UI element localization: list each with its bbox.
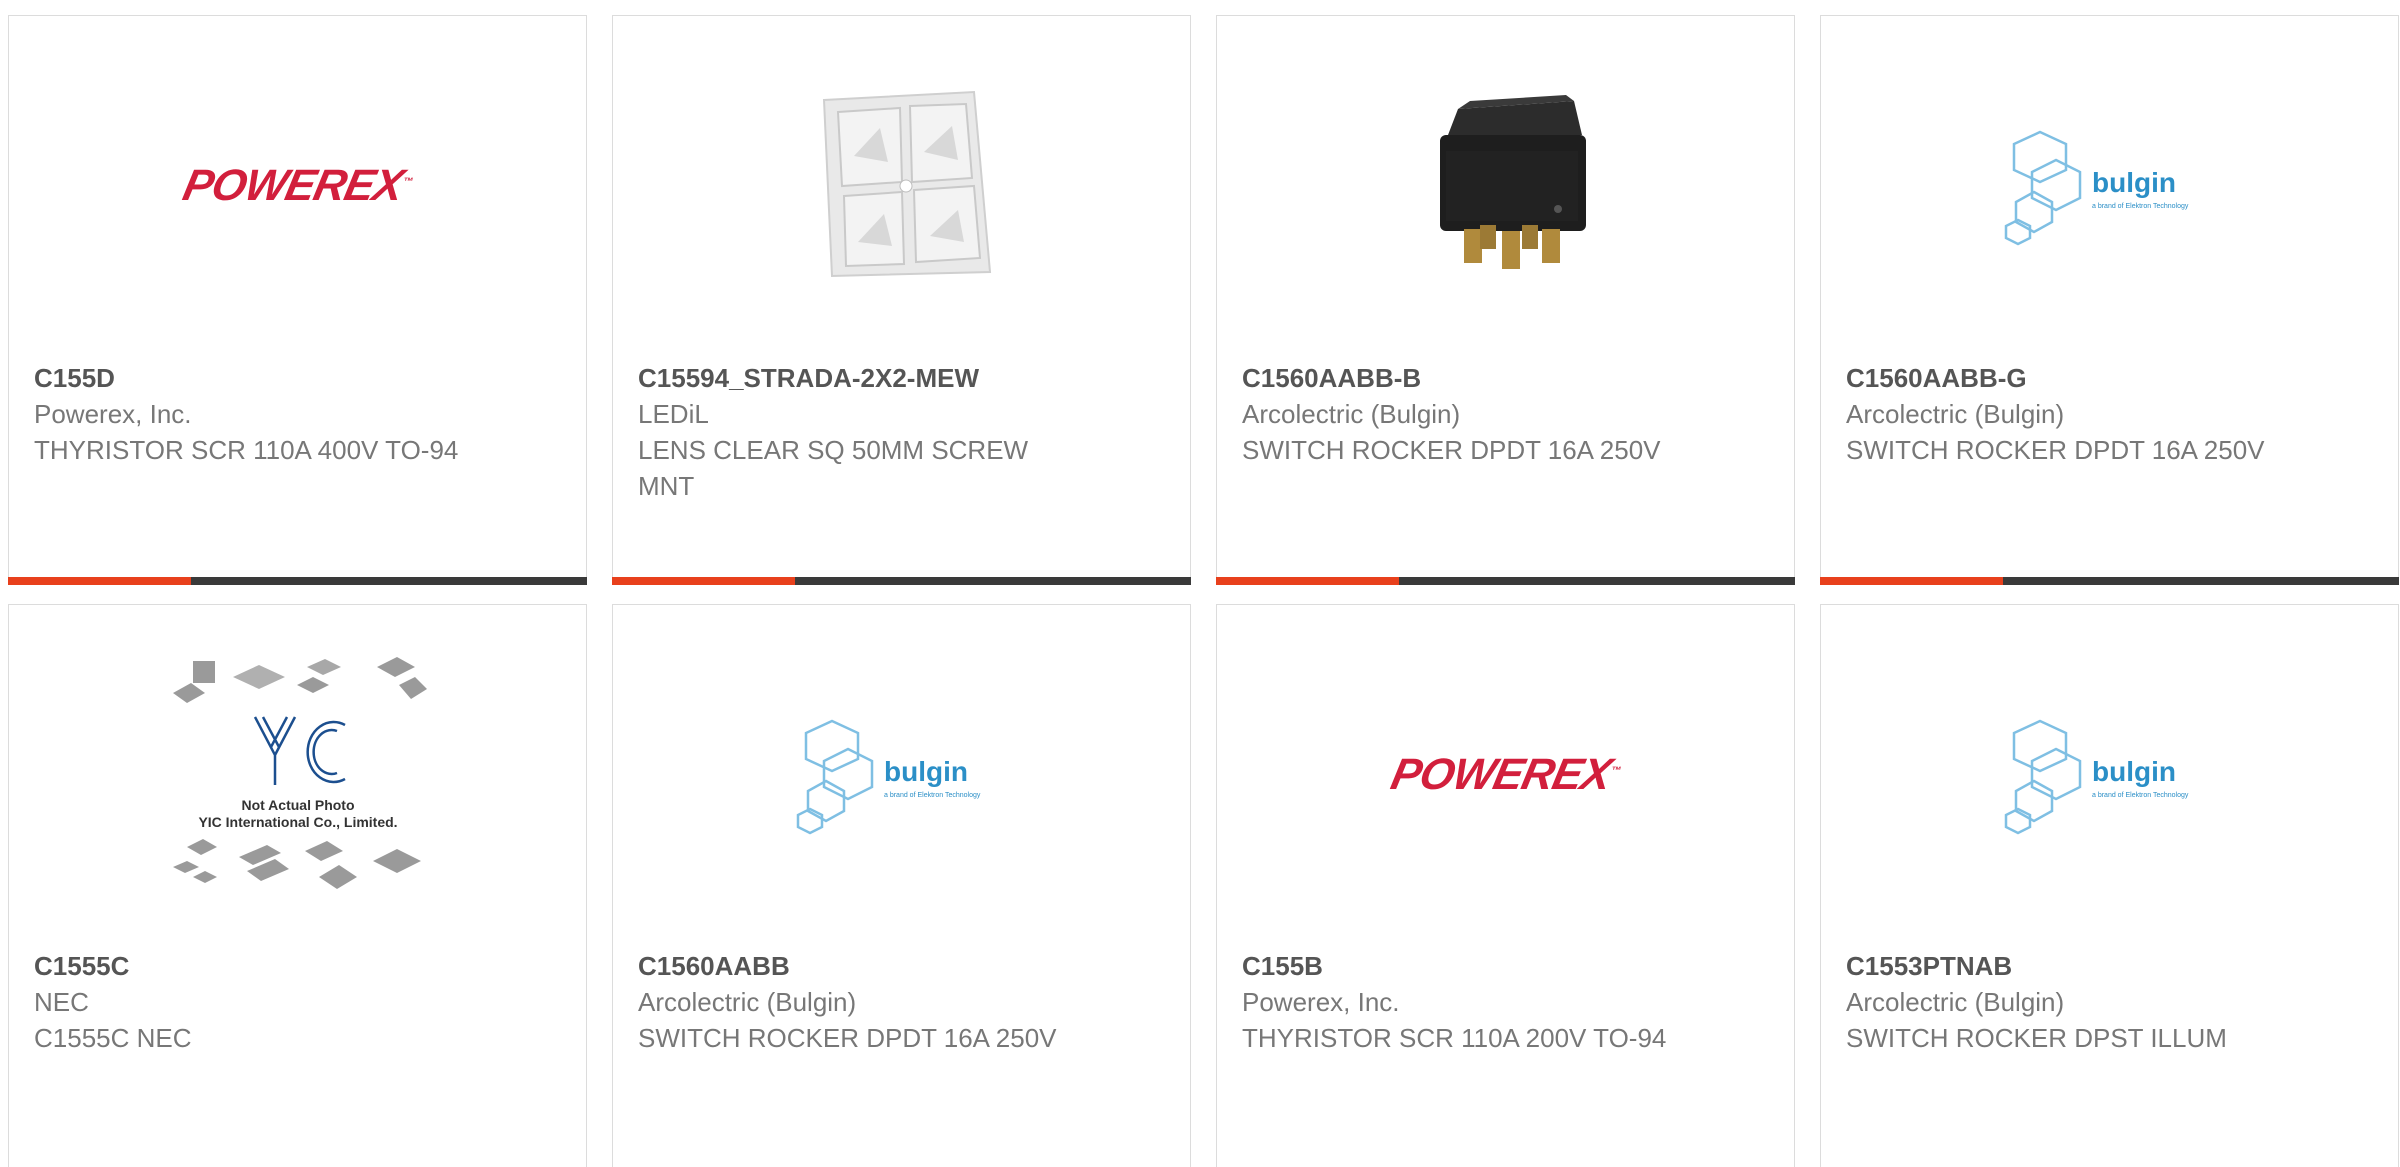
bulgin-logo: bulgin a brand of Elektron Technology bbox=[796, 719, 981, 835]
description: THYRISTOR SCR 110A 400V TO-94 bbox=[34, 435, 459, 465]
product-image[interactable]: bulgin a brand of Elektron Technology bbox=[1821, 16, 2398, 356]
product-card[interactable]: bulgin a brand of Elektron Technology C1… bbox=[1820, 15, 2399, 585]
part-number[interactable]: C1560AABB-B bbox=[1242, 360, 1769, 396]
product-card[interactable]: C15594_STRADA-2X2-MEW LEDiL LENS CLEAR S… bbox=[612, 15, 1191, 585]
svg-text:a brand of Elektron Technology: a brand of Elektron Technology bbox=[2092, 203, 2189, 210]
description: SWITCH ROCKER DPST ILLUM bbox=[1846, 1023, 2227, 1053]
card-accent-bar bbox=[1216, 577, 1795, 585]
manufacturer: LEDiL bbox=[638, 399, 709, 429]
svg-text:bulgin: bulgin bbox=[884, 756, 968, 787]
part-number[interactable]: C1555C bbox=[34, 948, 561, 984]
manufacturer: Arcolectric (Bulgin) bbox=[1242, 399, 1461, 429]
bulgin-logo: bulgin a brand of Elektron Technology bbox=[2004, 130, 2189, 246]
product-image[interactable] bbox=[1217, 16, 1794, 356]
description: THYRISTOR SCR 110A 200V TO-94 bbox=[1242, 1023, 1667, 1053]
description: C1555C NEC bbox=[34, 1023, 192, 1053]
product-card[interactable]: POWEREX™ C155D Powerex, Inc. THYRISTOR S… bbox=[8, 15, 587, 585]
product-card[interactable]: bulgin a brand of Elektron Technology C1… bbox=[1820, 604, 2399, 1167]
svg-text:a brand of Elektron Technology: a brand of Elektron Technology bbox=[2092, 792, 2189, 799]
svg-text:bulgin: bulgin bbox=[2092, 756, 2176, 787]
lens-photo bbox=[822, 90, 991, 278]
yic-placeholder-image: Not Actual Photo YIC International Co., … bbox=[172, 657, 427, 889]
product-image[interactable]: bulgin a brand of Elektron Technology bbox=[1821, 605, 2398, 945]
bulgin-logo: bulgin a brand of Elektron Technology bbox=[2004, 719, 2189, 835]
manufacturer: NEC bbox=[34, 987, 89, 1017]
card-accent-bar bbox=[8, 577, 587, 585]
card-accent-bar bbox=[612, 577, 1191, 585]
product-image[interactable]: POWEREX™ bbox=[1217, 605, 1794, 945]
manufacturer: Arcolectric (Bulgin) bbox=[638, 987, 857, 1017]
svg-text:a brand of Elektron Technology: a brand of Elektron Technology bbox=[884, 792, 981, 799]
product-grid: POWEREX™ C155D Powerex, Inc. THYRISTOR S… bbox=[0, 0, 2400, 1167]
rocker-switch-photo bbox=[1439, 95, 1586, 269]
svg-text:bulgin: bulgin bbox=[2092, 167, 2176, 198]
svg-text:Not Actual Photo: Not Actual Photo bbox=[241, 797, 354, 813]
part-number[interactable]: C1553PTNAB bbox=[1846, 948, 2373, 984]
description: SWITCH ROCKER DPDT 16A 250V bbox=[1242, 435, 1661, 465]
manufacturer: Powerex, Inc. bbox=[34, 399, 192, 429]
product-image[interactable]: Not Actual Photo YIC International Co., … bbox=[9, 605, 586, 945]
product-image[interactable]: POWEREX™ bbox=[9, 16, 586, 356]
part-number[interactable]: C155D bbox=[34, 360, 561, 396]
manufacturer: Arcolectric (Bulgin) bbox=[1846, 987, 2065, 1017]
product-card[interactable]: POWEREX™ C155B Powerex, Inc. THYRISTOR S… bbox=[1216, 604, 1795, 1167]
part-number[interactable]: C1560AABB bbox=[638, 948, 1165, 984]
manufacturer: Arcolectric (Bulgin) bbox=[1846, 399, 2065, 429]
description: SWITCH ROCKER DPDT 16A 250V bbox=[1846, 435, 2265, 465]
product-card[interactable]: C1560AABB-B Arcolectric (Bulgin) SWITCH … bbox=[1216, 15, 1795, 585]
powerex-logo: POWEREX™ bbox=[178, 161, 414, 210]
description: SWITCH ROCKER DPDT 16A 250V bbox=[638, 1023, 1057, 1053]
powerex-logo: POWEREX™ bbox=[1386, 750, 1622, 799]
svg-text:YIC International Co., Limited: YIC International Co., Limited. bbox=[198, 814, 397, 830]
product-image[interactable]: bulgin a brand of Elektron Technology bbox=[613, 605, 1190, 945]
part-number[interactable]: C15594_STRADA-2X2-MEW bbox=[638, 360, 1165, 396]
part-number[interactable]: C1560AABB-G bbox=[1846, 360, 2373, 396]
product-image[interactable] bbox=[613, 16, 1190, 356]
manufacturer: Powerex, Inc. bbox=[1242, 987, 1400, 1017]
description: LENS CLEAR SQ 50MM SCREW MNT bbox=[638, 435, 1029, 501]
part-number[interactable]: C155B bbox=[1242, 948, 1769, 984]
product-card[interactable]: bulgin a brand of Elektron Technology C1… bbox=[612, 604, 1191, 1167]
product-card[interactable]: Not Actual Photo YIC International Co., … bbox=[8, 604, 587, 1167]
card-accent-bar bbox=[1820, 577, 2399, 585]
